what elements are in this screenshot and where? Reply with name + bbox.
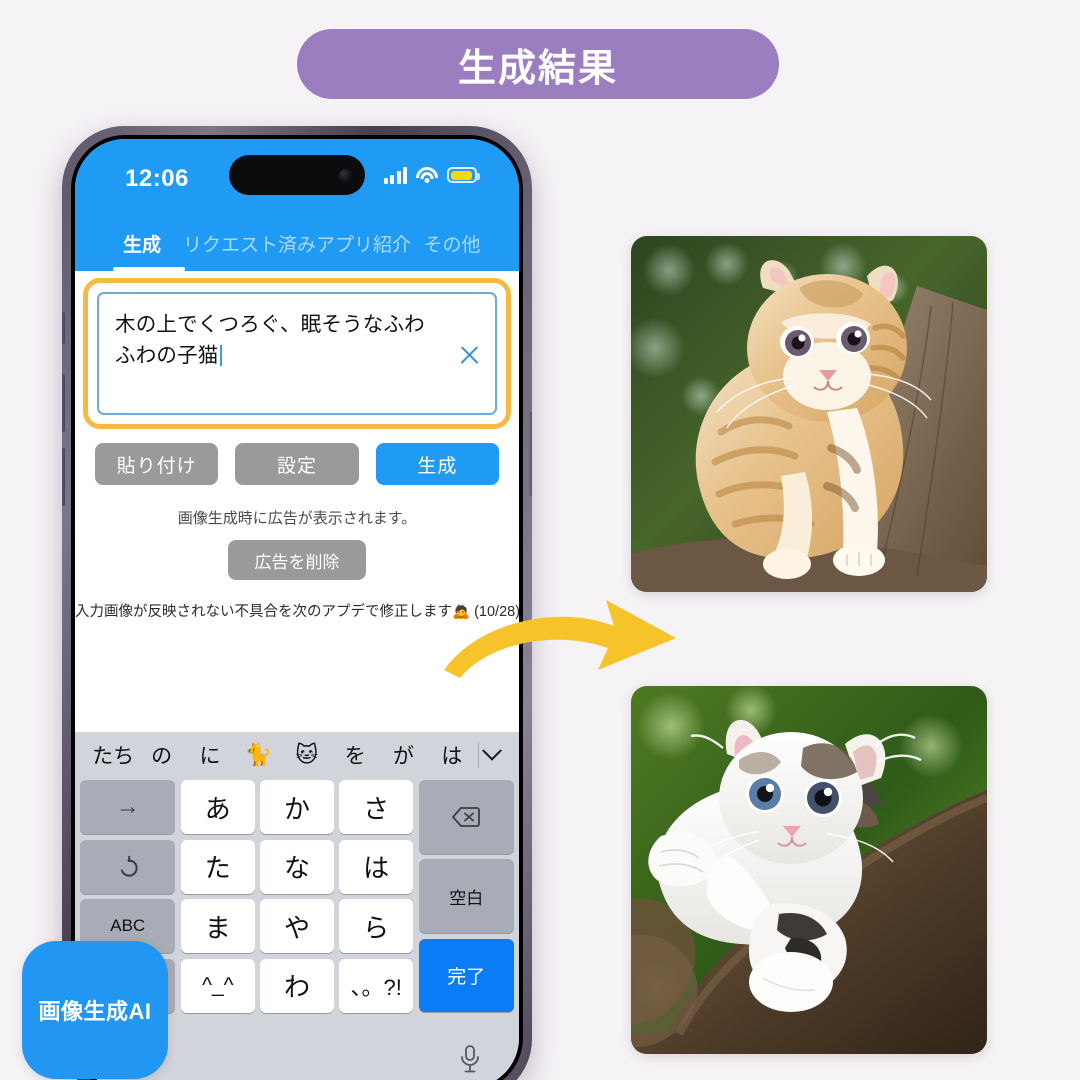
close-x-icon[interactable] xyxy=(456,342,482,368)
key-row-4: ^_^ わ 、。?! xyxy=(180,958,414,1013)
action-button-row: 貼り付け 設定 生成 xyxy=(75,429,519,485)
mute-switch xyxy=(62,312,65,344)
text-caret xyxy=(219,344,222,366)
generated-image-2[interactable] xyxy=(631,686,987,1054)
volume-up-button xyxy=(62,374,65,432)
prediction-item-8[interactable]: は xyxy=(428,740,476,770)
backspace-key[interactable] xyxy=(418,780,514,854)
tab-others[interactable]: その他 xyxy=(411,230,493,257)
front-camera-icon xyxy=(339,168,352,182)
space-key[interactable]: 空白 xyxy=(418,859,514,934)
app-icon-badge: 画像生成AI xyxy=(22,941,168,1079)
key-ra[interactable]: ら xyxy=(339,899,414,953)
microphone-icon[interactable] xyxy=(457,1044,483,1074)
arrow-right-icon: → xyxy=(115,793,140,820)
key-column-middle: あ か さ た な は ま や ら ^_^ わ 、。?! xyxy=(180,780,414,1013)
ad-note-text: 画像生成時に広告が表示されます。 xyxy=(177,510,417,527)
page-root: 生成結果 12:06 生成 リクエスト済み アプリ紹介 その他 木の上でくつろぐ… xyxy=(0,0,1080,1080)
chevron-down-icon[interactable] xyxy=(479,740,505,762)
status-icons xyxy=(383,166,480,184)
prediction-item-4[interactable]: 🐈 xyxy=(234,742,282,768)
page-title: 生成結果 xyxy=(457,47,618,90)
cursor-right-key[interactable]: → xyxy=(80,780,176,834)
key-row-1: あ か さ xyxy=(180,780,414,834)
status-bar: 12:06 xyxy=(75,139,519,215)
key-ha[interactable]: は xyxy=(339,839,414,894)
key-column-right: 空白 完了 xyxy=(418,780,514,1013)
prediction-item-7[interactable]: が xyxy=(379,740,427,770)
curved-arrow-icon xyxy=(444,600,676,678)
wifi-icon xyxy=(416,166,438,184)
dynamic-island xyxy=(229,155,365,195)
status-clock: 12:06 xyxy=(125,165,189,192)
tab-bar: 生成 リクエスト済み アプリ紹介 その他 xyxy=(75,215,519,271)
remove-ads-button[interactable]: 広告を削除 xyxy=(228,540,366,580)
key-row-3: ま や ら xyxy=(180,899,414,953)
generated-image-2-art xyxy=(631,686,987,1054)
key-ya[interactable]: や xyxy=(260,899,334,953)
generated-image-1[interactable] xyxy=(631,236,987,592)
undo-key[interactable] xyxy=(80,839,176,894)
active-tab-indicator xyxy=(113,267,185,271)
paste-button[interactable]: 貼り付け xyxy=(95,443,219,485)
key-ka[interactable]: か xyxy=(260,780,334,834)
settings-button[interactable]: 設定 xyxy=(235,443,359,485)
power-button xyxy=(529,412,532,496)
prompt-input-text: 木の上でくつろぐ、眠そうなふわふわの子猫 xyxy=(115,310,443,372)
signal-bars-icon xyxy=(383,166,407,184)
key-na[interactable]: な xyxy=(260,839,334,894)
prediction-item-6[interactable]: を xyxy=(331,740,379,770)
key-sa[interactable]: さ xyxy=(339,780,414,834)
prediction-item-1[interactable]: たち xyxy=(89,740,137,770)
battery-icon xyxy=(447,167,480,183)
prediction-item-5[interactable]: 🐱 xyxy=(283,742,331,768)
prompt-value: 木の上でくつろぐ、眠そうなふわふわの子猫 xyxy=(115,313,425,367)
tab-generate[interactable]: 生成 xyxy=(101,230,183,257)
app-name-label: 画像生成AI xyxy=(38,999,152,1024)
prompt-highlight-frame: 木の上でくつろぐ、眠そうなふわふわの子猫 xyxy=(83,278,511,429)
key-ta[interactable]: た xyxy=(180,839,255,894)
prompt-input-box[interactable]: 木の上でくつろぐ、眠そうなふわふわの子猫 xyxy=(97,292,497,415)
generated-image-1-art xyxy=(631,236,987,592)
done-key[interactable]: 完了 xyxy=(418,938,514,1013)
prediction-item-2[interactable]: の xyxy=(137,740,185,770)
backspace-icon xyxy=(452,807,481,827)
tab-app-intro[interactable]: アプリ紹介 xyxy=(316,230,411,257)
key-wa[interactable]: わ xyxy=(260,958,334,1013)
generate-button[interactable]: 生成 xyxy=(375,443,499,485)
tab-requested[interactable]: リクエスト済み xyxy=(183,230,316,257)
kaomoji-key[interactable]: ^_^ xyxy=(180,958,255,1013)
punctuation-key[interactable]: 、。?! xyxy=(339,958,414,1013)
undo-icon xyxy=(120,855,138,877)
key-ma[interactable]: ま xyxy=(180,899,255,953)
volume-down-button xyxy=(62,448,65,506)
prediction-item-3[interactable]: に xyxy=(186,740,234,770)
prediction-bar: たち の に 🐈 🐱 を が は xyxy=(75,732,519,778)
key-row-2: た な は xyxy=(180,839,414,894)
page-title-banner: 生成結果 xyxy=(297,29,779,99)
key-a[interactable]: あ xyxy=(180,780,255,834)
